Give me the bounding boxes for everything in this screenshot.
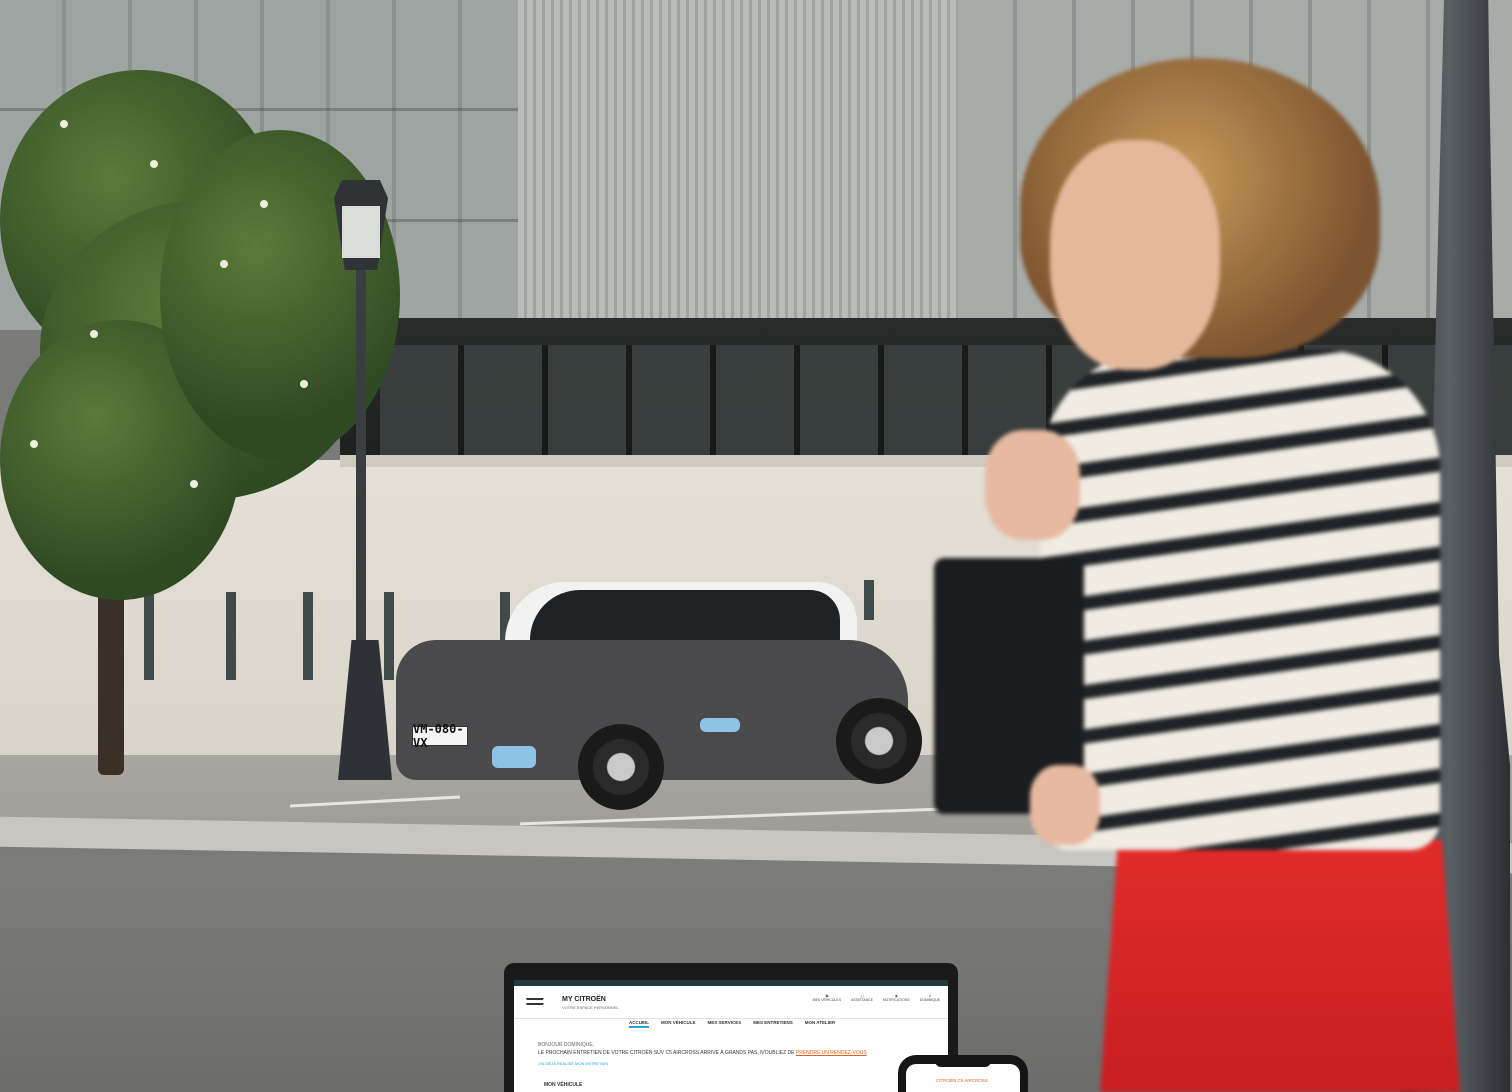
maintenance-text: LE PROCHAIN ENTRETIEN DE VOTRE CITROËN S… [538, 1050, 795, 1056]
blossom [300, 380, 308, 388]
wall-slit [384, 592, 394, 680]
blossom [150, 160, 158, 168]
header-user[interactable]: ♙ DOMINIQUE [920, 994, 940, 1002]
street-lamp-post [356, 265, 366, 645]
blossom [190, 480, 198, 488]
nav-mon-vehicule[interactable]: MON VÉHICULE [661, 1020, 696, 1028]
header-vehicles[interactable]: ▣ MES VÉHICULES [813, 994, 841, 1002]
laptop-screen: MY CITROËN VOTRE ESPACE PERSONNEL ▣ MES V… [514, 980, 948, 1092]
header-icon-label: ASSISTANCE [851, 998, 873, 1002]
blossom [260, 200, 268, 208]
blossom [90, 330, 98, 338]
header-icon-label: MES VÉHICULES [812, 998, 842, 1002]
nav-accueil[interactable]: ACCUEIL [629, 1020, 649, 1028]
building-facade-center [518, 0, 958, 330]
blossom [220, 260, 228, 268]
greeting: BONJOUR DOMINIQUE, [538, 1042, 595, 1048]
citroen-logo-icon[interactable] [524, 998, 540, 1010]
red-skirt [1100, 840, 1460, 1092]
striped-sweater [1040, 350, 1440, 850]
header-icon-label: DOMINIQUE [919, 998, 940, 1002]
phone-screen: CITROËN C5 AIRCROSS [906, 1064, 1020, 1092]
wall-slit [303, 592, 313, 680]
car-wheel-rear [836, 698, 922, 784]
site-brand-subtitle: VOTRE ESPACE PERSONNEL [562, 1005, 619, 1010]
wall-slit [144, 592, 154, 680]
appointment-link[interactable]: PRENDRE UN RENDEZ-VOUS [796, 1050, 867, 1056]
car-airbump [700, 718, 740, 732]
header-notifications[interactable]: ◉ NOTIFICATIONS [883, 994, 910, 1002]
header-help[interactable]: ◻ ASSISTANCE [851, 994, 873, 1002]
face [1050, 140, 1220, 370]
tree-trunk [98, 580, 124, 775]
already-done-link[interactable]: J'AI DÉJÀ RÉALISÉ MON ENTRETIEN [538, 1061, 608, 1066]
nav-mes-entretiens[interactable]: MES ENTRETIENS [753, 1020, 793, 1028]
nav-mes-services[interactable]: MES SERVICES [708, 1020, 742, 1028]
phone-notch [935, 1059, 991, 1067]
nav-mon-atelier[interactable]: MON ATELIER [805, 1020, 836, 1028]
hand-earphones [985, 430, 1080, 540]
blossom [60, 120, 68, 128]
car-fog-light [492, 746, 536, 768]
site-nav: ACCUEIL MON VÉHICULE MES SERVICES MES EN… [629, 1020, 835, 1028]
wall-slit [226, 592, 236, 680]
section-title: MON VÉHICULE [544, 1082, 583, 1088]
phone-vehicle-selector[interactable]: CITROËN C5 AIRCROSS [936, 1078, 988, 1083]
street-lamp-glass [342, 206, 380, 258]
header-icon-label: NOTIFICATIONS [882, 998, 910, 1002]
blossom [30, 440, 38, 448]
license-plate: VM-080-VX [412, 722, 468, 750]
header-icons: ▣ MES VÉHICULES ◻ ASSISTANCE ◉ NOTIFICATION… [813, 994, 940, 1002]
maintenance-message: LE PROCHAIN ENTRETIEN DE VOTRE CITROËN S… [538, 1050, 867, 1056]
car-wheel-front [578, 724, 664, 810]
hand-folder [1030, 765, 1100, 845]
wall-slit [864, 580, 874, 620]
photo-scene: VM-080-VX MY CITROËN VOTRE ESPACE PERSON… [0, 0, 1512, 1092]
site-brand-title: MY CITROËN [562, 996, 606, 1003]
site-header: MY CITROËN VOTRE ESPACE PERSONNEL ▣ MES V… [514, 986, 948, 1019]
